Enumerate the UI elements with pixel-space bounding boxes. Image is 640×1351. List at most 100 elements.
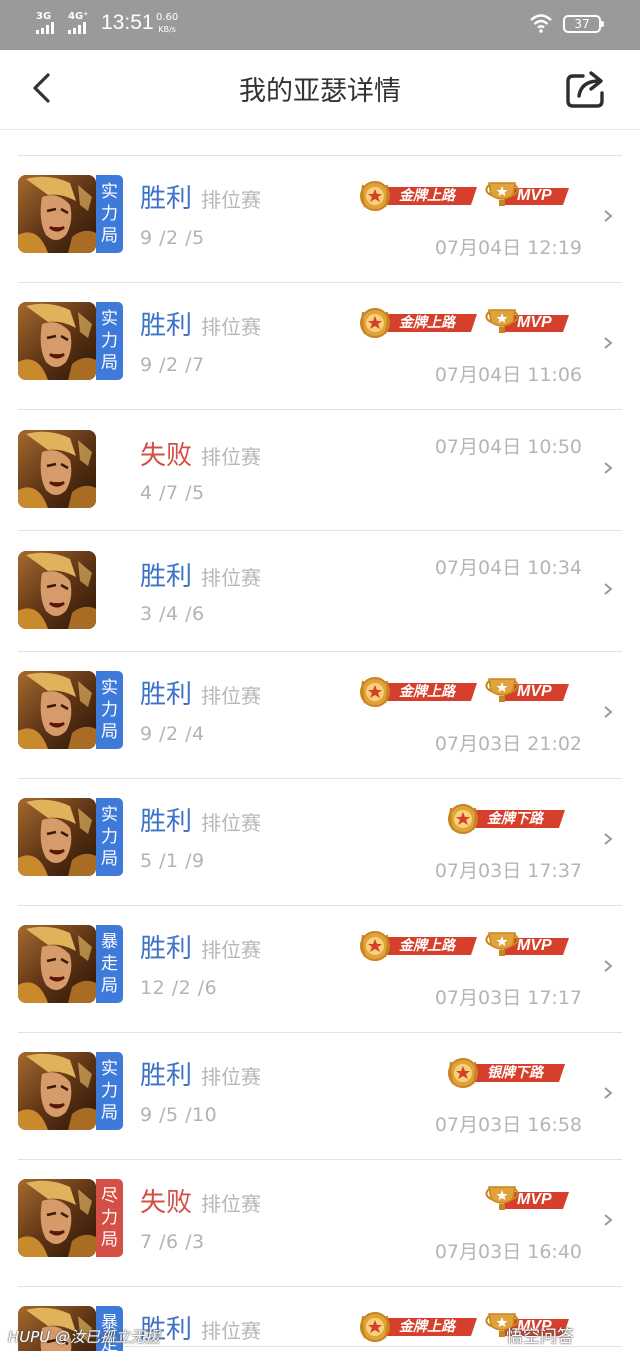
performance-tag-char: 实 [101,309,118,329]
performance-tag-char: 力 [101,827,118,847]
hero-portrait-icon [18,551,96,629]
match-time: 07月04日 10:50 [434,436,582,458]
chevron-right-icon[interactable] [602,704,614,720]
match-mode: 排位赛 [201,938,261,962]
network-speed-unit: KB/s [158,25,176,34]
share-export-icon [566,71,604,108]
performance-tag: 尽力局 [96,1179,123,1257]
mvp-badge-label: MVP [517,187,552,204]
network-type-2: 4G⁺ [68,11,89,22]
medal-badge-label: 金牌上路 [399,188,455,204]
match-result: 胜利 [140,680,193,710]
mvp-badge-label: MVP [517,314,552,331]
match-result: 胜利 [140,562,193,592]
performance-tag: 实力局 [96,1052,123,1130]
hero-portrait-icon [18,925,96,1003]
performance-tag-char: 局 [101,226,118,246]
share-button[interactable] [563,68,609,110]
kda-score: 9 /2 /4 [140,723,205,745]
performance-tag-char: 局 [101,1103,118,1123]
match-row[interactable]: 失败 排位赛 4 /7 /5 07月04日 10:50 [18,410,622,531]
kda-score: 9 /5 /10 [140,1104,218,1126]
hero-avatar [18,430,96,508]
medal-badge-label: 金牌上路 [399,315,455,331]
performance-tag-char: 力 [101,1208,118,1228]
match-result: 胜利 [140,184,193,214]
hero-avatar [18,671,96,749]
chevron-right-icon[interactable] [602,831,614,847]
chevron-right-icon[interactable] [602,460,614,476]
mvp-badge: MVP [485,677,569,707]
mvp-badge-label: MVP [517,1191,552,1208]
performance-tag: 实力局 [96,671,123,749]
performance-tag-char: 实 [101,678,118,698]
chevron-right-icon[interactable] [602,1085,614,1101]
performance-tag-char: 局 [101,722,118,742]
match-row[interactable]: 实力局胜利 排位赛 5 /1 /9 金牌下路 07月03日 17:37 [18,779,622,906]
match-result: 胜利 [140,311,193,341]
kda-score: 4 /7 /5 [140,482,205,504]
clock: 13:51 [101,11,154,34]
hero-portrait-icon [18,798,96,876]
performance-tag-char: 尽 [101,1186,118,1206]
performance-tag: 实力局 [96,798,123,876]
hero-portrait-icon [18,1052,96,1130]
performance-tag-char: 力 [101,1081,118,1101]
match-time: 07月03日 21:02 [434,733,582,755]
chevron-right-icon[interactable] [602,1212,614,1228]
match-result: 胜利 [140,807,193,837]
chevron-right-icon[interactable] [602,958,614,974]
match-result: 胜利 [140,1061,193,1091]
match-row[interactable]: 实力局胜利 排位赛 9 /2 /7 金牌上路 MVP 07月04日 11:06 [18,283,622,410]
match-time: 07月03日 17:37 [434,860,582,882]
match-row[interactable]: 实力局胜利 排位赛 9 /2 /5 金牌上路 MVP 07月04日 12:19 [18,156,622,283]
kda-score: 12 /2 /6 [140,977,218,999]
kda-score: 5 /1 /9 [140,850,205,872]
status-bar: 3G 4G⁺ 13:51 0.60 KB/s 37 [0,0,640,50]
hero-portrait-icon [18,671,96,749]
hero-portrait-icon [18,175,96,253]
chevron-right-icon[interactable] [602,581,614,597]
match-mode: 排位赛 [201,811,261,835]
match-result: 失败 [140,441,193,471]
match-result: 失败 [140,1188,193,1218]
network-speed: 0.60 KB/s [156,12,178,36]
kda-score: 7 /6 /3 [140,1231,205,1253]
mvp-badge: MVP [485,1185,569,1215]
match-row[interactable]: 实力局胜利 排位赛 9 /2 /4 金牌上路 MVP 07月03日 21:02 [18,652,622,779]
match-row[interactable]: 胜利 排位赛 3 /4 /6 07月04日 10:34 [18,531,622,652]
medal-badge-label: 金牌上路 [399,1319,455,1335]
hero-portrait-icon [18,302,96,380]
match-row[interactable]: 尽力局失败 排位赛 7 /6 /3 MVP 07月03日 16:40 [18,1160,622,1287]
medal-badge: 金牌上路 [359,308,479,338]
medal-badge-label: 金牌下路 [487,811,543,827]
hero-avatar [18,551,96,629]
medal-badge-label: 金牌上路 [399,684,455,700]
match-mode: 排位赛 [201,566,261,590]
kda-score: 9 /2 /5 [140,227,205,249]
match-mode: 排位赛 [201,1192,261,1216]
performance-tag-char: 力 [101,204,118,224]
medal-badge: 金牌上路 [359,1312,479,1342]
hero-avatar [18,1179,96,1257]
match-time: 07月03日 16:40 [434,1241,582,1263]
signal-icon [36,22,54,34]
match-row[interactable]: 实力局胜利 排位赛 9 /5 /10 银牌下路 07月03日 16:58 [18,1033,622,1160]
match-row[interactable]: 暴走局胜利 排位赛 12 /2 /6 金牌上路 MVP 07月03日 17:17 [18,906,622,1033]
chevron-right-icon[interactable] [602,335,614,351]
mvp-badge: MVP [485,931,569,961]
hero-avatar [18,175,96,253]
navigation-bar: 我的亚瑟详情 [0,50,640,130]
signal-icon-2 [68,22,86,34]
performance-tag: 实力局 [96,302,123,380]
match-time: 07月04日 10:34 [434,557,582,579]
performance-tag-char: 局 [101,1230,118,1250]
match-time: 07月04日 11:06 [434,364,582,386]
hero-avatar [18,302,96,380]
medal-badge: 银牌下路 [447,1058,567,1088]
chevron-right-icon[interactable] [602,208,614,224]
wifi-icon [530,14,552,33]
medal-badge: 金牌上路 [359,181,479,211]
network-speed-value: 0.60 [156,12,179,23]
match-mode: 排位赛 [201,1065,261,1089]
